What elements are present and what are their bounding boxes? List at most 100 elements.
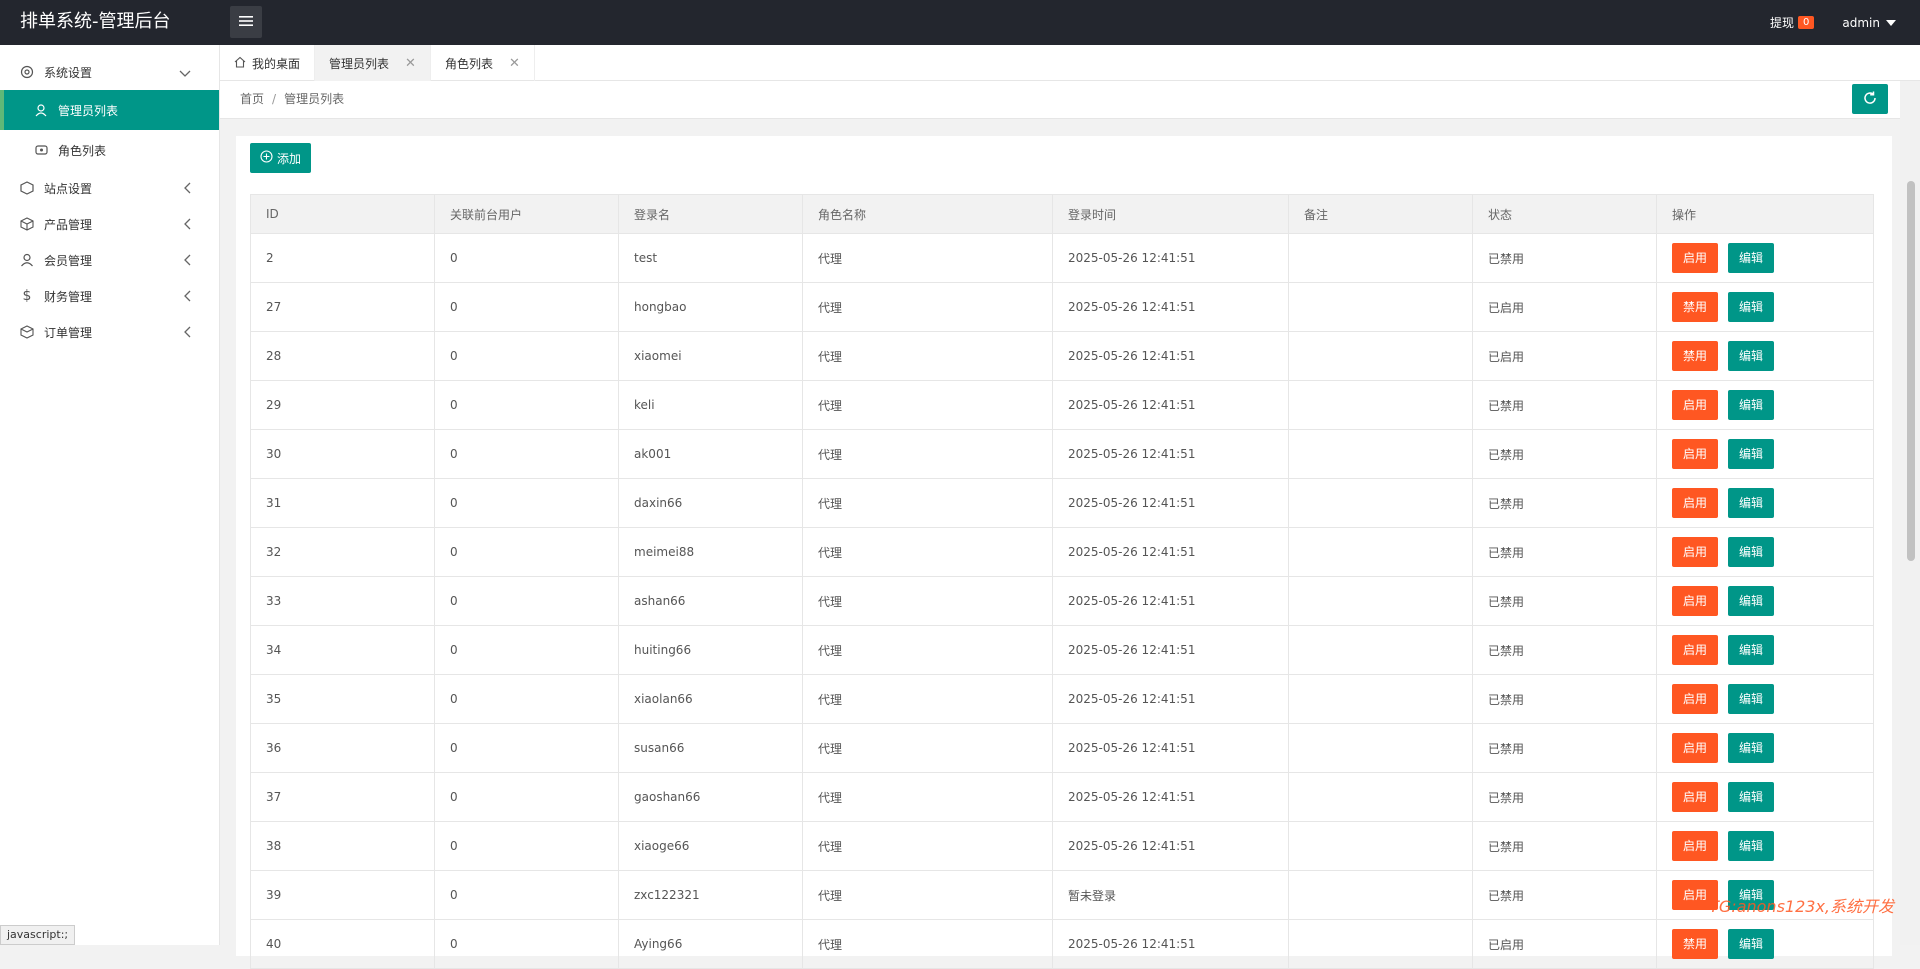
cell-frontend-user: 0 [435, 430, 619, 479]
cell-actions: 禁用编辑 [1657, 283, 1874, 332]
toggle-status-button[interactable]: 启用 [1672, 537, 1718, 567]
toggle-status-button[interactable]: 启用 [1672, 586, 1718, 616]
edit-button[interactable]: 编辑 [1728, 390, 1774, 420]
sidebar-item-system-settings[interactable]: 系统设置 [0, 54, 219, 90]
user-menu[interactable]: admin [1842, 16, 1896, 30]
table-row: 360susan66代理2025-05-26 12:41:51已禁用启用编辑 [251, 724, 1874, 773]
tab-role-list[interactable]: 角色列表 ✕ [431, 45, 535, 81]
refresh-icon [1863, 91, 1877, 108]
toggle-status-button[interactable]: 启用 [1672, 243, 1718, 273]
cell-note [1289, 381, 1473, 430]
breadcrumb-home[interactable]: 首页 [240, 92, 264, 106]
sidebar-sub-label: 管理员列表 [58, 102, 118, 119]
cell-login-name: huiting66 [619, 626, 803, 675]
scrollbar-thumb[interactable] [1907, 181, 1915, 561]
cell-frontend-user: 0 [435, 822, 619, 871]
edit-button[interactable]: 编辑 [1728, 488, 1774, 518]
toggle-status-button[interactable]: 启用 [1672, 782, 1718, 812]
cell-actions: 启用编辑 [1657, 675, 1874, 724]
toggle-status-button[interactable]: 启用 [1672, 390, 1718, 420]
refresh-button[interactable] [1852, 84, 1888, 114]
table-row: 310daxin66代理2025-05-26 12:41:51已禁用启用编辑 [251, 479, 1874, 528]
toggle-status-button[interactable]: 启用 [1672, 488, 1718, 518]
add-button-label: 添加 [277, 150, 301, 167]
col-login-name: 登录名 [619, 195, 803, 234]
cell-login-time: 2025-05-26 12:41:51 [1053, 430, 1289, 479]
sidebar-item-products[interactable]: 产品管理 [0, 206, 219, 242]
edit-button[interactable]: 编辑 [1728, 733, 1774, 763]
cell-frontend-user: 0 [435, 675, 619, 724]
edit-button[interactable]: 编辑 [1728, 439, 1774, 469]
cell-id: 35 [251, 675, 435, 724]
toggle-status-button[interactable]: 禁用 [1672, 341, 1718, 371]
cell-id: 37 [251, 773, 435, 822]
edit-button[interactable]: 编辑 [1728, 537, 1774, 567]
table-row: 270hongbao代理2025-05-26 12:41:51已启用禁用编辑 [251, 283, 1874, 332]
cell-id: 33 [251, 577, 435, 626]
toggle-status-button[interactable]: 禁用 [1672, 292, 1718, 322]
sidebar-sub-role-list[interactable]: 角色列表 [0, 130, 219, 170]
cell-status: 已启用 [1473, 283, 1657, 332]
cell-status: 已禁用 [1473, 528, 1657, 577]
withdraw-link[interactable]: 提现 0 [1770, 14, 1814, 31]
sidebar-item-finance[interactable]: $ 财务管理 [0, 278, 219, 314]
cell-actions: 启用编辑 [1657, 822, 1874, 871]
close-icon[interactable]: ✕ [509, 56, 520, 71]
breadcrumb-separator: / [272, 92, 276, 106]
edit-button[interactable]: 编辑 [1728, 586, 1774, 616]
sidebar-sub-admin-list[interactable]: 管理员列表 [0, 90, 219, 130]
tab-label: 我的桌面 [252, 55, 300, 72]
col-note: 备注 [1289, 195, 1473, 234]
cell-id: 36 [251, 724, 435, 773]
cell-role-name: 代理 [803, 528, 1053, 577]
edit-button[interactable]: 编辑 [1728, 782, 1774, 812]
cell-actions: 启用编辑 [1657, 626, 1874, 675]
cell-id: 29 [251, 381, 435, 430]
cell-role-name: 代理 [803, 479, 1053, 528]
cell-status: 已禁用 [1473, 479, 1657, 528]
sidebar-item-orders[interactable]: 订单管理 [0, 314, 219, 350]
withdraw-label: 提现 [1770, 14, 1794, 31]
cell-login-time: 2025-05-26 12:41:51 [1053, 332, 1289, 381]
tab-admin-list[interactable]: 管理员列表 ✕ [315, 45, 431, 81]
menu-toggle-button[interactable] [230, 6, 262, 38]
chevron-left-icon [183, 254, 191, 269]
sidebar: 系统设置 管理员列表 角色列表 站点设置 产品管理 会员管理 $ 财务管理 订单… [0, 45, 220, 945]
cell-id: 38 [251, 822, 435, 871]
edit-button[interactable]: 编辑 [1728, 243, 1774, 273]
close-icon[interactable]: ✕ [405, 56, 416, 71]
add-button[interactable]: 添加 [250, 143, 311, 173]
cell-note [1289, 479, 1473, 528]
edit-button[interactable]: 编辑 [1728, 929, 1774, 959]
cell-note [1289, 234, 1473, 283]
sidebar-item-site-settings[interactable]: 站点设置 [0, 170, 219, 206]
edit-button[interactable]: 编辑 [1728, 635, 1774, 665]
edit-button[interactable]: 编辑 [1728, 831, 1774, 861]
tab-label: 角色列表 [445, 55, 493, 72]
cell-login-time: 2025-05-26 12:41:51 [1053, 822, 1289, 871]
page-scrollbar[interactable] [1900, 81, 1920, 945]
admin-table: ID 关联前台用户 登录名 角色名称 登录时间 备注 状态 操作 20test代… [250, 194, 1874, 969]
toggle-status-button[interactable]: 启用 [1672, 635, 1718, 665]
toggle-status-button[interactable]: 启用 [1672, 684, 1718, 714]
cell-role-name: 代理 [803, 626, 1053, 675]
cell-status: 已禁用 [1473, 381, 1657, 430]
tab-desktop[interactable]: 我的桌面 [220, 45, 315, 81]
cell-status: 已启用 [1473, 920, 1657, 969]
chevron-left-icon [183, 182, 191, 197]
cell-login-time: 2025-05-26 12:41:51 [1053, 381, 1289, 430]
toggle-status-button[interactable]: 启用 [1672, 439, 1718, 469]
toggle-status-button[interactable]: 启用 [1672, 831, 1718, 861]
cell-status: 已启用 [1473, 332, 1657, 381]
edit-button[interactable]: 编辑 [1728, 341, 1774, 371]
table-row: 290keli代理2025-05-26 12:41:51已禁用启用编辑 [251, 381, 1874, 430]
sidebar-item-members[interactable]: 会员管理 [0, 242, 219, 278]
table-header-row: ID 关联前台用户 登录名 角色名称 登录时间 备注 状态 操作 [251, 195, 1874, 234]
cell-actions: 启用编辑 [1657, 234, 1874, 283]
toggle-status-button[interactable]: 启用 [1672, 733, 1718, 763]
table-row: 390zxc122321代理暂未登录已禁用启用编辑 [251, 871, 1874, 920]
edit-button[interactable]: 编辑 [1728, 684, 1774, 714]
toggle-status-button[interactable]: 禁用 [1672, 929, 1718, 959]
edit-button[interactable]: 编辑 [1728, 292, 1774, 322]
cell-note [1289, 626, 1473, 675]
